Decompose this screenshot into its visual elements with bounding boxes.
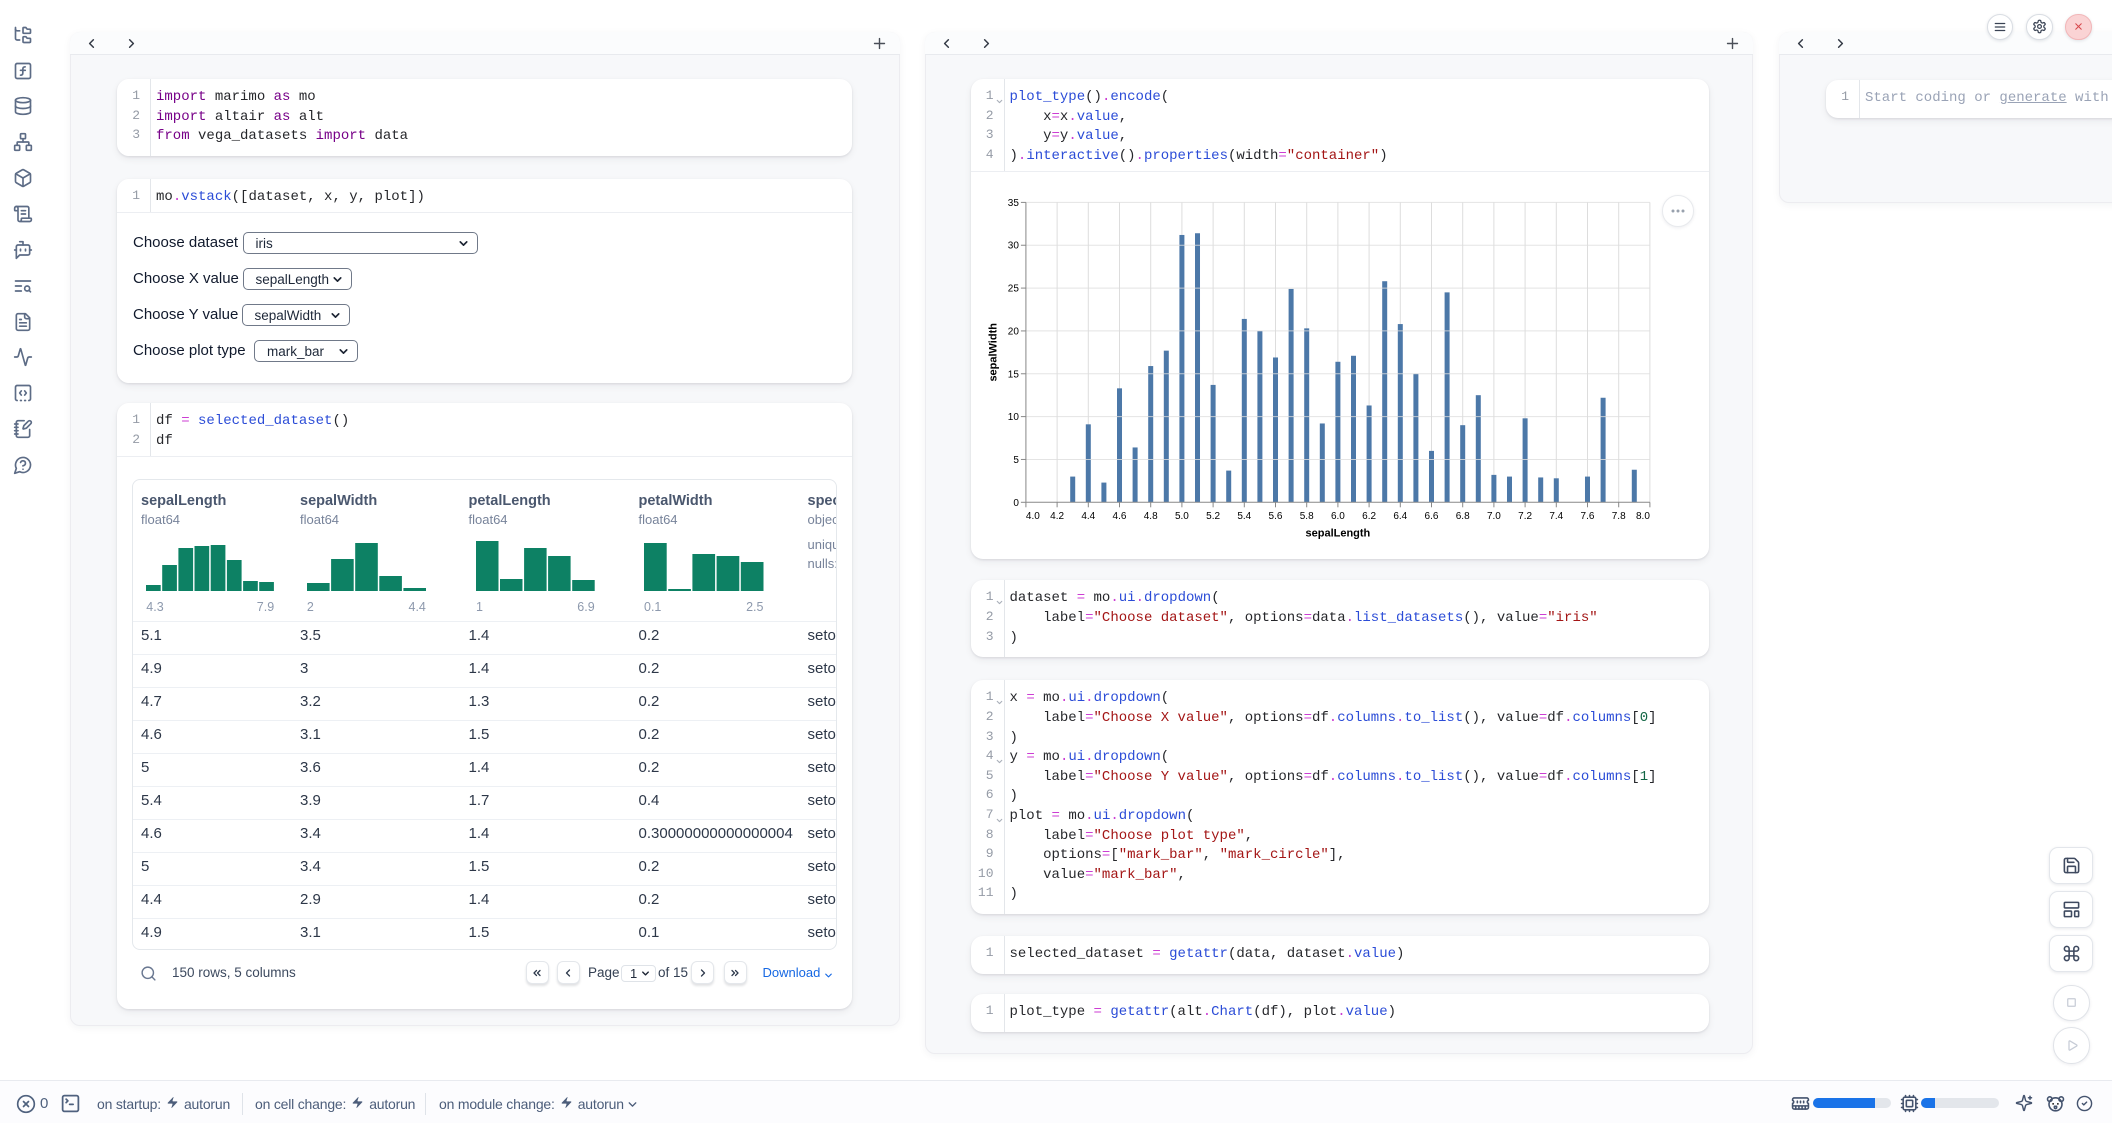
svg-text:15: 15 [1007,370,1019,381]
svg-text:sepalWidth: sepalWidth [987,323,999,382]
svg-text:5: 5 [1013,455,1019,466]
svg-text:35: 35 [1007,198,1019,209]
svg-text:6.6: 6.6 [1424,511,1438,522]
svg-text:25: 25 [1007,284,1019,295]
svg-text:5.4: 5.4 [1237,511,1251,522]
svg-text:4.2: 4.2 [1050,511,1064,522]
svg-text:5.2: 5.2 [1206,511,1220,522]
svg-text:4.0: 4.0 [1025,511,1039,522]
svg-text:6.4: 6.4 [1393,511,1407,522]
svg-text:sepalLength: sepalLength [1305,528,1370,540]
svg-text:7.4: 7.4 [1549,511,1563,522]
svg-text:30: 30 [1007,241,1019,252]
svg-text:7.8: 7.8 [1611,511,1625,522]
svg-text:10: 10 [1007,412,1019,423]
svg-text:5.8: 5.8 [1299,511,1313,522]
svg-text:4.6: 4.6 [1112,511,1126,522]
svg-text:7.6: 7.6 [1580,511,1594,522]
svg-text:4.8: 4.8 [1143,511,1157,522]
svg-text:6.8: 6.8 [1455,511,1469,522]
svg-text:5.0: 5.0 [1174,511,1188,522]
svg-text:6.0: 6.0 [1330,511,1344,522]
svg-text:6.2: 6.2 [1362,511,1376,522]
svg-text:5.6: 5.6 [1268,511,1282,522]
svg-text:20: 20 [1007,327,1019,338]
svg-text:4.4: 4.4 [1081,511,1095,522]
svg-text:8.0: 8.0 [1636,511,1650,522]
svg-text:7.0: 7.0 [1486,511,1500,522]
svg-text:0: 0 [1013,498,1019,509]
svg-text:7.2: 7.2 [1518,511,1532,522]
